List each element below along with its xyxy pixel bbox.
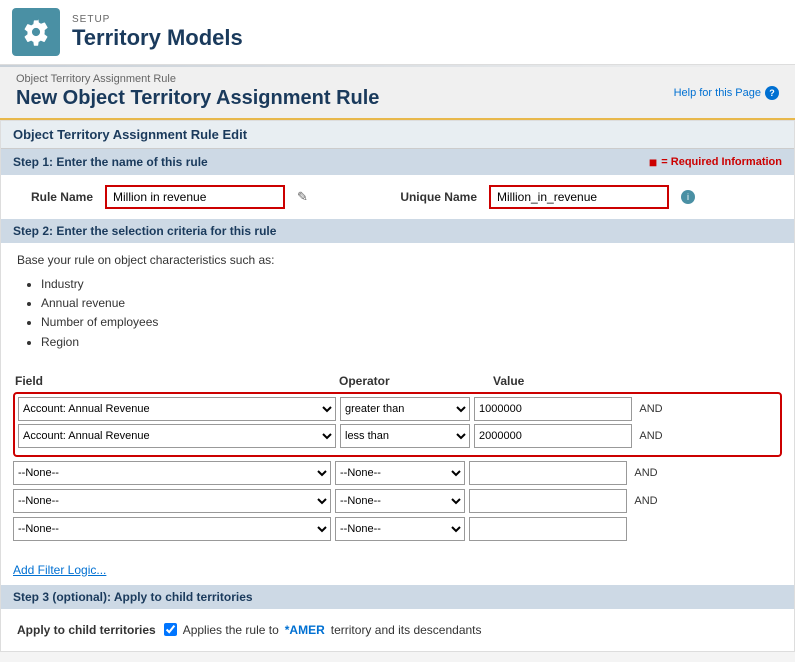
setup-icon: [12, 8, 60, 56]
criteria-industry: Industry: [41, 275, 778, 294]
header-text: SETUP Territory Models: [72, 14, 243, 51]
info-icon[interactable]: i: [681, 190, 695, 204]
apply-child-checkbox-label[interactable]: Applies the rule to *AMER territory and …: [164, 623, 482, 637]
applies-text: Applies the rule to: [183, 623, 279, 637]
operator-select-5[interactable]: --None-- greater than less than: [335, 517, 465, 541]
value-input-5[interactable]: [469, 517, 627, 541]
operator-select-4[interactable]: --None-- greater than less than: [335, 489, 465, 513]
help-link[interactable]: Help for this Page ?: [674, 86, 779, 100]
breadcrumb-section: Object Territory Assignment Rule New Obj…: [16, 73, 379, 112]
territory-suffix: territory and its descendants: [331, 623, 482, 637]
field-select-4[interactable]: --None-- Account: Annual Revenue: [13, 489, 331, 513]
filter-header-row: Field Operator Value: [13, 374, 782, 388]
step3-label: Step 3 (optional): Apply to child territ…: [13, 590, 253, 604]
step2-content: Base your rule on object characteristics…: [1, 243, 794, 374]
step3-content: Apply to child territories Applies the r…: [1, 609, 794, 651]
col-value-header: Value: [493, 374, 653, 388]
setup-label: SETUP: [72, 14, 243, 25]
value-input-4[interactable]: [469, 489, 627, 513]
and-label-3: AND: [631, 467, 661, 479]
criteria-list: Industry Annual revenue Number of employ…: [17, 275, 778, 352]
page-title: Territory Models: [72, 25, 243, 51]
filter-row-1: Account: Annual Revenue greater than les…: [18, 397, 777, 421]
field-select-2[interactable]: Account: Annual Revenue: [18, 424, 336, 448]
required-info: ■ = Required Information: [649, 154, 782, 170]
operator-select-2[interactable]: less than greater than equals --None--: [340, 424, 470, 448]
criteria-region: Region: [41, 333, 778, 352]
value-input-1[interactable]: [474, 397, 632, 421]
add-filter-link[interactable]: Add Filter Logic...: [13, 559, 106, 581]
operator-select-3[interactable]: --None-- greater than less than: [335, 461, 465, 485]
rule-name-label: Rule Name: [13, 190, 93, 204]
apply-child-checkbox[interactable]: [164, 623, 177, 636]
edit-icon[interactable]: ✎: [297, 189, 313, 205]
required-text: = Required Information: [661, 156, 782, 168]
col-operator-header: Operator: [339, 374, 489, 388]
field-select-5[interactable]: --None-- Account: Annual Revenue: [13, 517, 331, 541]
value-input-3[interactable]: [469, 461, 627, 485]
step2-label: Step 2: Enter the selection criteria for…: [13, 224, 276, 238]
and-label-2: AND: [636, 430, 666, 442]
criteria-employees: Number of employees: [41, 313, 778, 332]
value-input-2[interactable]: [474, 424, 632, 448]
and-label-1: AND: [636, 403, 666, 415]
filter-row-2: Account: Annual Revenue less than greate…: [18, 424, 777, 448]
filter-row-4: --None-- Account: Annual Revenue --None-…: [13, 489, 782, 513]
step3-header: Step 3 (optional): Apply to child territ…: [1, 585, 794, 609]
req-marker: ■: [649, 154, 657, 170]
step2-intro: Base your rule on object characteristics…: [17, 253, 778, 267]
unique-name-label: Unique Name: [397, 190, 477, 204]
step1-header: Step 1: Enter the name of this rule ■ = …: [1, 149, 794, 175]
field-select-3[interactable]: --None-- Account: Annual Revenue: [13, 461, 331, 485]
filter-row-5: --None-- Account: Annual Revenue --None-…: [13, 517, 782, 541]
main-content: Object Territory Assignment Rule Edit St…: [0, 120, 795, 652]
filter-table-wrapper: Field Operator Value Account: Annual Rev…: [1, 374, 794, 555]
rule-name-input[interactable]: [105, 185, 285, 209]
breadcrumb: Object Territory Assignment Rule: [16, 73, 379, 85]
filter-rows-highlighted: Account: Annual Revenue greater than les…: [13, 392, 782, 457]
apply-child-label: Apply to child territories: [17, 623, 156, 637]
filter-row-3: --None-- Account: Annual Revenue --None-…: [13, 461, 782, 485]
breadcrumb-bar: Object Territory Assignment Rule New Obj…: [0, 67, 795, 120]
gear-icon: [22, 18, 50, 46]
field-select-1[interactable]: Account: Annual Revenue: [18, 397, 336, 421]
step2-header: Step 2: Enter the selection criteria for…: [1, 219, 794, 243]
help-icon: ?: [765, 86, 779, 100]
page-header: SETUP Territory Models: [0, 0, 795, 65]
section-header: Object Territory Assignment Rule Edit: [1, 121, 794, 149]
unique-name-input[interactable]: [489, 185, 669, 209]
page-heading: New Object Territory Assignment Rule: [16, 85, 379, 112]
amer-text: *AMER: [285, 623, 325, 637]
step1-label: Step 1: Enter the name of this rule: [13, 155, 208, 169]
criteria-annual-revenue: Annual revenue: [41, 294, 778, 313]
help-link-text: Help for this Page: [674, 87, 761, 99]
operator-select-1[interactable]: greater than less than equals --None--: [340, 397, 470, 421]
col-field-header: Field: [15, 374, 335, 388]
and-label-4: AND: [631, 495, 661, 507]
apply-child-row: Apply to child territories Applies the r…: [17, 619, 778, 641]
step1-form-row: Rule Name ✎ Unique Name i: [1, 175, 794, 219]
